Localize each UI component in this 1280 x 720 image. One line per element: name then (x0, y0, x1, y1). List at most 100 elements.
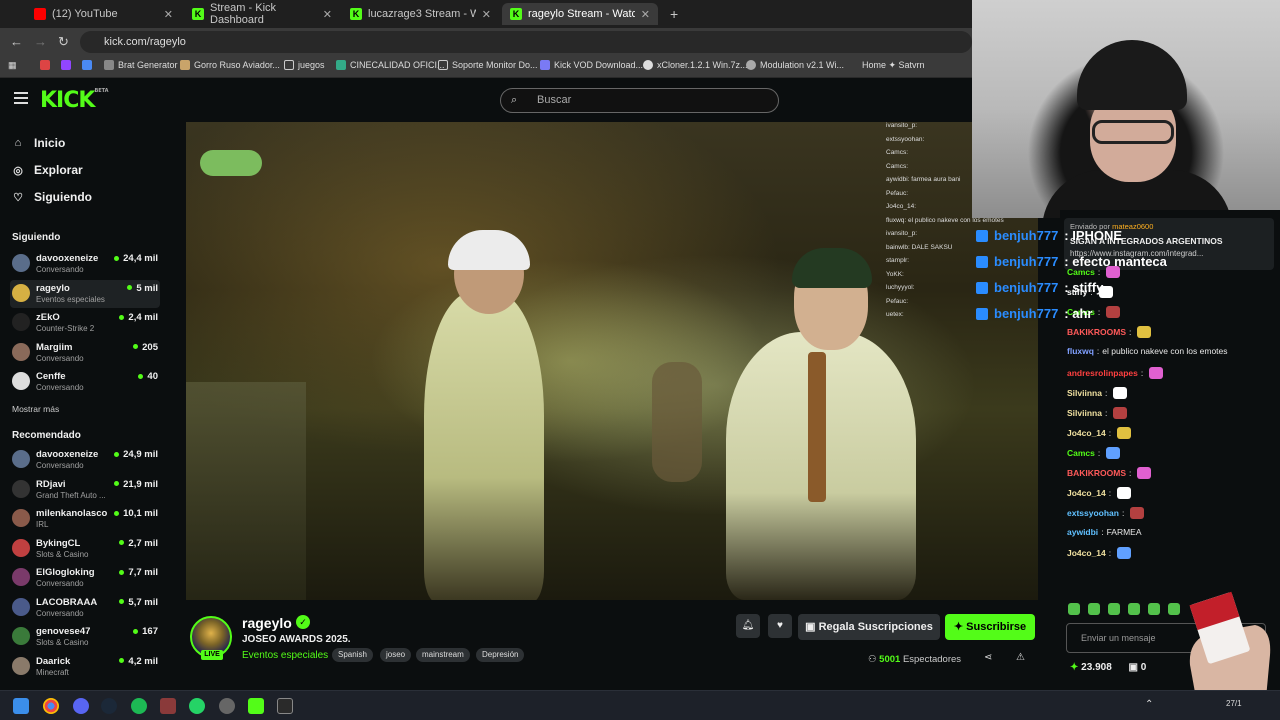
search-input[interactable]: ⌕ Buscar (500, 88, 779, 113)
close-icon[interactable]: ✕ (482, 8, 491, 21)
windows-start-icon[interactable] (13, 698, 29, 714)
chat-message[interactable]: Silviinna: (1067, 386, 1128, 399)
emote-icon[interactable] (1128, 603, 1140, 615)
report-icon[interactable]: ⚠ (1016, 652, 1025, 663)
emote-icon[interactable] (1108, 603, 1120, 615)
chrome-icon[interactable] (43, 698, 59, 714)
channel-item[interactable]: Margiim Conversando 205 (10, 339, 160, 367)
heart-icon[interactable]: ♥ (768, 614, 792, 638)
bookmark-brat[interactable]: Brat Generator (104, 60, 178, 70)
forward-icon[interactable]: → (34, 34, 47, 49)
video-player[interactable]: ivansito_p: extssyoohan: Camcs: Camcs: aywid… (186, 122, 1038, 600)
chat-username[interactable]: aywidbi (1067, 527, 1098, 537)
bookmark-xcloner[interactable]: xCloner.1.2.1 Win.7z... (643, 60, 748, 70)
subscribe-button[interactable]: ✦ Suscribirse (945, 614, 1035, 640)
bookmark-juegos[interactable]: juegos (284, 60, 325, 70)
chat-username[interactable]: BAKIKROOMS (1067, 327, 1126, 337)
bookmark-modulation[interactable]: Modulation v2.1 Wi... (746, 60, 844, 70)
app-icon[interactable] (219, 698, 235, 714)
tray-chevron-icon[interactable]: ⌃ (1145, 699, 1153, 710)
chat-username[interactable]: Camcs (1067, 448, 1095, 458)
chat-username[interactable]: extssyoohan (1067, 508, 1119, 518)
channel-item[interactable]: RDjavi Grand Theft Auto ... 21,9 mil (10, 476, 160, 504)
back-icon[interactable]: ← (10, 34, 23, 49)
nav-inicio[interactable]: ⌂ Inicio (12, 136, 66, 150)
streamer-name[interactable]: rageylo (242, 615, 292, 631)
chat-username[interactable]: Jo4co_14 (1067, 548, 1106, 558)
discord-icon[interactable] (73, 698, 89, 714)
tag-joseo[interactable]: joseo (380, 648, 412, 662)
channel-item[interactable]: milenkanolasco IRL 10,1 mil (10, 505, 160, 533)
emote-icon[interactable] (1148, 603, 1160, 615)
gift-icon[interactable]: ▣ (1129, 662, 1138, 673)
close-icon[interactable]: ✕ (323, 8, 332, 21)
channel-item[interactable]: davooxeneize Conversando 24,4 mil (10, 250, 160, 278)
chat-message[interactable]: Jo4co_14: (1067, 426, 1132, 439)
chat-message[interactable]: BAKIKROOMS: (1067, 467, 1152, 479)
chat-username[interactable]: Jo4co_14 (1067, 488, 1106, 498)
show-more-link[interactable]: Mostrar más (12, 404, 59, 414)
tab-youtube[interactable]: (12) YouTube ✕ (26, 3, 181, 25)
whatsapp-icon[interactable] (189, 698, 205, 714)
chat-username[interactable]: Jo4co_14 (1067, 428, 1106, 438)
chat-message[interactable]: aywidbi: FARMEA (1067, 527, 1142, 537)
share-icon[interactable]: ⋖ (984, 652, 992, 663)
bookmark-satvrn[interactable]: Home ✦ Satvrn (848, 60, 925, 71)
emote-icon[interactable] (1088, 603, 1100, 615)
bookmark-cinecalidad[interactable]: CINECALIDAD OFICI... (336, 60, 445, 70)
chat-message[interactable]: Jo4co_14: (1067, 547, 1132, 560)
close-icon[interactable]: ✕ (164, 8, 173, 21)
tag-mainstream[interactable]: mainstream (416, 648, 470, 662)
emote-icon[interactable] (1068, 603, 1080, 615)
channel-item[interactable]: zEkO Counter-Strike 2 2,4 mil (10, 309, 160, 337)
url-input[interactable]: kick.com/rageylo (80, 31, 972, 53)
steam-icon[interactable] (101, 698, 117, 714)
tab-lucazrage3[interactable]: K lucazrage3 Stream - Watch Live ✕ (342, 3, 499, 25)
stream-category[interactable]: Eventos especiales (242, 650, 328, 661)
chat-message[interactable]: extssyoohan: (1067, 507, 1145, 520)
chat-username[interactable]: Silviinna (1067, 408, 1102, 418)
bookmark-gorro[interactable]: Gorro Ruso Aviador... (180, 60, 280, 70)
gmail-icon[interactable] (40, 60, 50, 70)
channel-item[interactable]: Daarick Minecraft 4,2 mil (10, 653, 160, 681)
tag-spanish[interactable]: Spanish (332, 648, 373, 662)
epic-games-icon[interactable] (277, 698, 293, 714)
channel-item[interactable]: ElGlogloking Conversando 7,7 mil (10, 564, 160, 592)
new-tab-button[interactable]: + (662, 3, 682, 25)
chat-message[interactable]: fluxwq: el publico nakeve con los emotes (1067, 346, 1228, 356)
nav-siguiendo[interactable]: ♡ Siguiendo (12, 190, 92, 204)
channel-item[interactable]: rageylo Eventos especiales 5 mil (10, 279, 160, 308)
bell-icon[interactable]: 🔔︎ (736, 614, 760, 638)
kick-icon[interactable] (248, 698, 264, 714)
gift-subscriptions-button[interactable]: ▣ Regala Suscripciones (798, 614, 940, 640)
channel-item[interactable]: genovese47 Slots & Casino 167 (10, 623, 160, 651)
chat-message[interactable]: BAKIKROOMS: (1067, 326, 1152, 339)
kick-logo[interactable]: KICKBETA (40, 88, 109, 113)
chat-username[interactable]: fluxwq (1067, 346, 1094, 356)
reload-icon[interactable]: ↻ (58, 34, 69, 50)
bookmark-soporte[interactable]: Soporte Monitor Do... (438, 60, 538, 70)
channel-item[interactable]: BykingCL Slots & Casino 2,7 mil (10, 535, 160, 563)
tab-rageylo[interactable]: K rageylo Stream - Watch Live ✕ (502, 3, 658, 25)
close-icon[interactable]: ✕ (641, 8, 650, 21)
twitch-icon[interactable] (61, 60, 71, 70)
chat-message[interactable]: Camcs: (1067, 446, 1121, 459)
channel-item[interactable]: davooxeneize Conversando 24,9 mil (10, 446, 160, 474)
channel-item[interactable]: Cenffe Conversando 40 (10, 368, 160, 396)
bookmark-kick-vod[interactable]: Kick VOD Download... (540, 60, 643, 70)
nav-explorar[interactable]: ◎ Explorar (12, 163, 83, 177)
tab-kick-dashboard[interactable]: K Stream - Kick Dashboard ✕ (184, 2, 340, 26)
chat-message[interactable]: Jo4co_14: (1067, 487, 1132, 500)
spotify-icon[interactable] (131, 698, 147, 714)
drive-icon[interactable] (82, 60, 92, 70)
chat-message[interactable]: andresrolinpapes: (1067, 366, 1164, 379)
chat-message[interactable]: Silviinna: (1067, 406, 1128, 419)
app-icon[interactable] (160, 698, 176, 714)
apps-icon[interactable]: ▦ (8, 60, 17, 71)
menu-icon[interactable] (14, 92, 28, 104)
chat-username[interactable]: andresrolinpapes (1067, 368, 1138, 378)
chat-username[interactable]: Silviinna (1067, 388, 1102, 398)
channel-item[interactable]: LACOBRAAA Conversando 5,7 mil (10, 594, 160, 622)
chat-username[interactable]: BAKIKROOMS (1067, 468, 1126, 478)
tag-depresion[interactable]: Depresión (476, 648, 525, 662)
